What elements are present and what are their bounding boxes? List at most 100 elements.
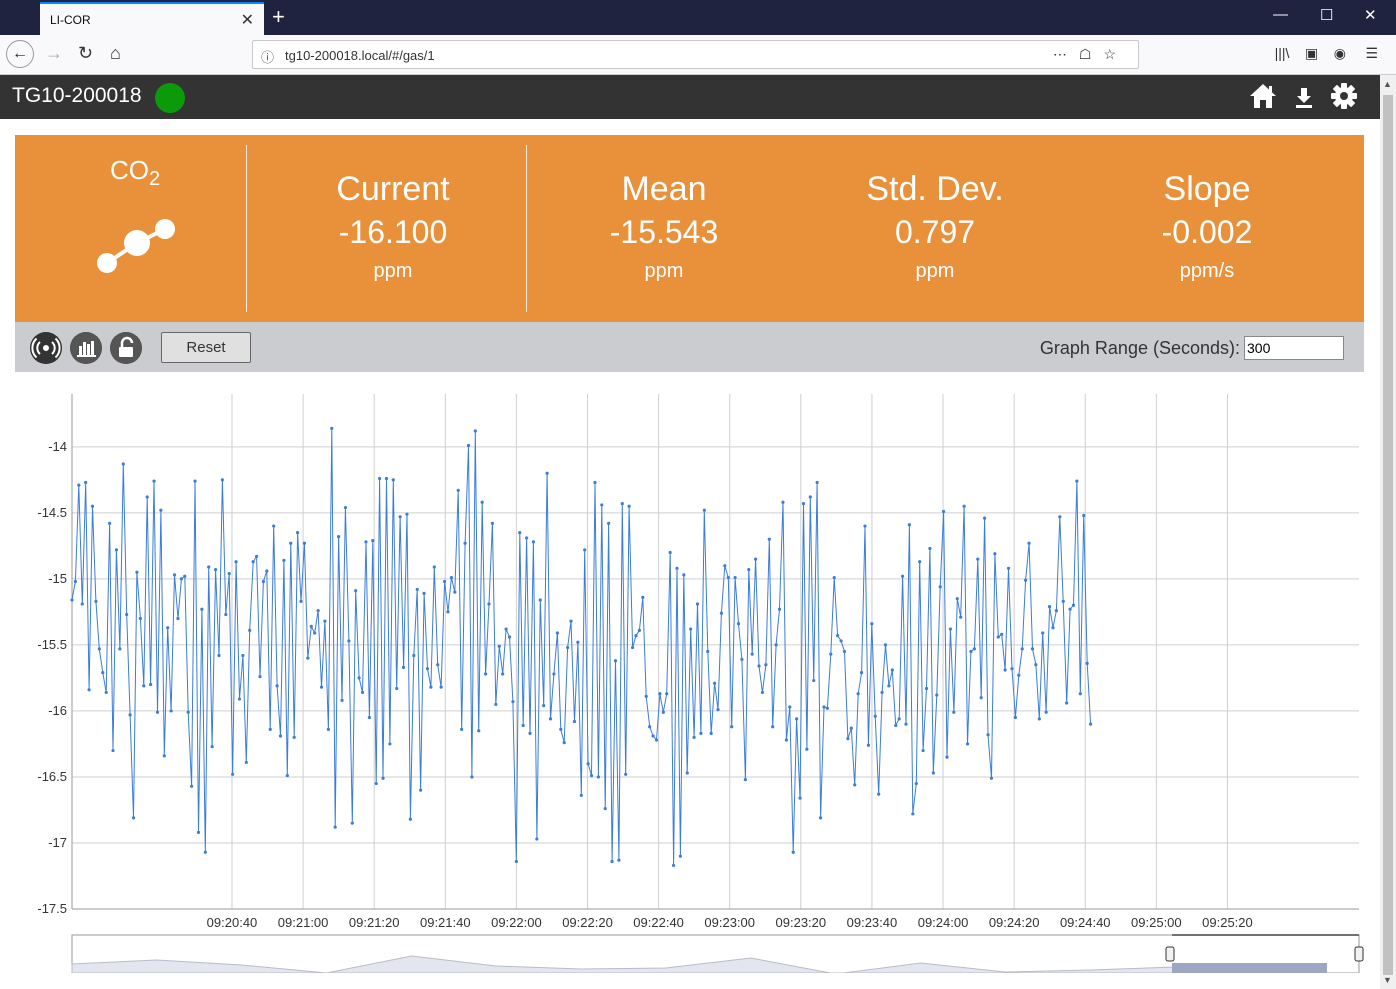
browser-toolbar-icons[interactable]: |||\ ▣ ◉ ☰	[1275, 45, 1378, 62]
home-browser-icon[interactable]: ⌂	[110, 43, 121, 64]
data-point	[754, 557, 758, 561]
browser-tab[interactable]: LI-COR ✕	[40, 2, 264, 35]
data-point	[494, 702, 498, 706]
extension-icon[interactable]: ◉	[1334, 45, 1346, 61]
download-icon[interactable]	[1292, 85, 1316, 109]
data-point	[504, 627, 508, 631]
data-point	[213, 568, 218, 572]
tab-close-icon[interactable]: ✕	[241, 10, 254, 30]
data-point	[101, 671, 105, 675]
unlock-icon[interactable]	[110, 332, 142, 364]
data-point	[736, 622, 741, 626]
reset-button[interactable]: Reset	[161, 332, 251, 363]
data-point	[319, 685, 324, 689]
data-point	[1044, 710, 1048, 714]
broadcast-icon[interactable]	[30, 332, 62, 364]
y-tick-label: -17.5	[37, 901, 67, 916]
data-point	[931, 771, 935, 775]
data-point	[521, 723, 525, 728]
data-point	[142, 684, 146, 688]
scroll-up-icon[interactable]: ▲	[1383, 79, 1392, 89]
navigator-handle-left	[1165, 946, 1175, 962]
stat-mean: Mean -15.543 ppm	[534, 170, 794, 286]
x-tick-label: 09:23:00	[704, 915, 755, 930]
data-point	[719, 611, 724, 615]
data-point	[959, 615, 963, 619]
library-icon[interactable]: |||\	[1275, 45, 1290, 61]
data-point	[528, 731, 532, 735]
data-point	[497, 644, 501, 648]
data-point	[593, 480, 597, 485]
data-point	[856, 692, 860, 696]
data-point	[695, 602, 700, 606]
data-point	[196, 830, 201, 835]
data-point	[798, 796, 802, 800]
data-point	[955, 597, 959, 601]
gear-icon[interactable]	[1330, 82, 1358, 110]
data-point	[463, 541, 467, 545]
y-tick-label: -16	[48, 703, 67, 718]
data-point	[836, 634, 840, 638]
data-point	[135, 570, 139, 574]
bar-chart-icon[interactable]	[70, 332, 102, 364]
home-icon[interactable]	[1248, 81, 1278, 111]
data-point	[224, 612, 228, 617]
data-point	[784, 738, 788, 742]
data-point	[422, 591, 426, 595]
data-point	[415, 587, 419, 592]
data-point	[764, 663, 768, 667]
graph-range-label: Graph Range (Seconds):	[1039, 338, 1240, 358]
data-point	[709, 731, 713, 735]
graph-range-input[interactable]	[1244, 336, 1344, 360]
data-point	[733, 575, 737, 580]
data-point	[648, 725, 652, 729]
reload-icon[interactable]: ↻	[78, 43, 93, 64]
data-point	[1024, 578, 1028, 582]
url-text[interactable]: tg10-200018.local/#/gas/1	[285, 48, 435, 63]
back-button[interactable]: ←	[6, 40, 34, 68]
new-tab-button[interactable]: +	[272, 4, 285, 30]
data-point	[408, 817, 412, 821]
data-point	[265, 569, 269, 573]
site-info-icon[interactable]: ⓘ	[261, 47, 274, 66]
window-close-icon[interactable]: ✕	[1364, 6, 1377, 24]
stat-label: Std. Dev.	[866, 170, 1004, 208]
app-header: TG10-200018	[0, 75, 1380, 119]
data-point	[989, 776, 994, 780]
x-tick-label: 09:20:40	[207, 915, 258, 930]
data-point	[128, 713, 132, 717]
data-point	[1051, 626, 1055, 630]
data-point	[935, 693, 939, 697]
data-point	[699, 731, 703, 735]
data-point	[429, 685, 433, 689]
data-point	[658, 692, 662, 696]
page-actions[interactable]: ⋯☖☆	[1053, 46, 1128, 63]
x-tick-label: 09:21:20	[349, 915, 400, 930]
y-tick-label: -14	[48, 439, 67, 454]
stat-unit: ppm	[373, 260, 413, 282]
data-point	[470, 775, 474, 779]
data-point	[405, 512, 409, 516]
data-point	[548, 717, 553, 721]
url-bar[interactable]: ⓘ tg10-200018.local/#/gas/1 ⋯☖☆	[252, 40, 1139, 69]
menu-icon[interactable]: ☰	[1365, 45, 1378, 61]
sidebar-icon[interactable]: ▣	[1305, 45, 1318, 61]
stats-divider	[526, 145, 527, 312]
x-tick-label: 09:21:40	[420, 915, 471, 930]
data-point	[254, 554, 259, 559]
forward-icon[interactable]: →	[45, 43, 63, 64]
data-point	[702, 508, 706, 512]
data-point	[401, 665, 406, 669]
scroll-down-icon[interactable]: ▼	[1383, 975, 1392, 985]
data-point	[313, 631, 317, 635]
page-scrollbar[interactable]: ▲ ▼	[1380, 75, 1396, 989]
data-point	[668, 550, 672, 555]
data-point	[1085, 661, 1089, 665]
maximize-icon[interactable]: ☐	[1320, 6, 1333, 24]
minimize-icon[interactable]: —	[1273, 6, 1288, 23]
scrollbar-thumb[interactable]	[1383, 95, 1393, 975]
co2-chart[interactable]: -14 -14.5 -15 -15.5 -16 -16.5 -17 -17.5 09:20:40…	[15, 372, 1364, 973]
data-point	[617, 858, 621, 862]
x-tick-label: 09:24:40	[1060, 915, 1111, 930]
data-point	[244, 760, 248, 765]
